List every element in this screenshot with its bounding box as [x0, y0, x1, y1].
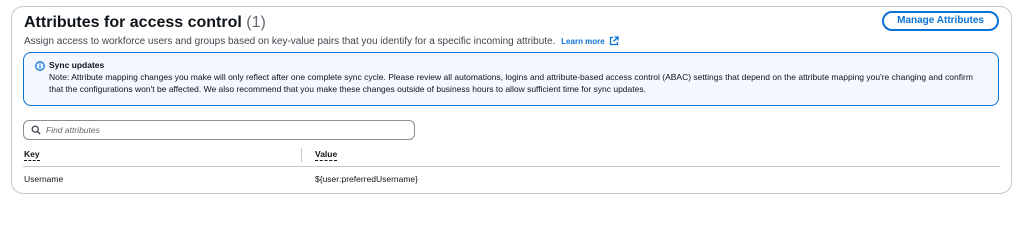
search-input[interactable] — [46, 122, 406, 138]
header-divider — [23, 166, 1000, 167]
manage-attributes-button[interactable]: Manage Attributes — [882, 11, 999, 31]
sync-updates-alert: Sync updates Note: Attribute mapping cha… — [23, 52, 999, 106]
column-header-value[interactable]: Value — [315, 149, 338, 161]
section-description: Assign access to workforce users and gro… — [24, 36, 619, 47]
section-description-text: Assign access to workforce users and gro… — [24, 36, 556, 47]
section-title-text: Attributes for access control — [24, 14, 242, 31]
info-icon — [35, 61, 45, 71]
alert-title: Sync updates — [49, 60, 105, 70]
table-cell-key: Username — [24, 174, 64, 184]
learn-more-link[interactable]: Learn more — [561, 36, 619, 46]
attributes-panel: Attributes for access control (1) Assign… — [11, 6, 1012, 194]
section-title: Attributes for access control (1) — [24, 14, 266, 32]
alert-body: Note: Attribute mapping changes you make… — [49, 72, 973, 94]
external-link-icon — [609, 36, 619, 46]
table-cell-value: ${user:preferredUsername} — [315, 174, 419, 184]
column-divider[interactable] — [301, 148, 302, 162]
column-header-key[interactable]: Key — [24, 149, 40, 161]
search-icon — [31, 125, 41, 135]
attribute-count: (1) — [246, 14, 266, 31]
learn-more-label: Learn more — [561, 37, 605, 46]
search-box — [23, 120, 415, 140]
